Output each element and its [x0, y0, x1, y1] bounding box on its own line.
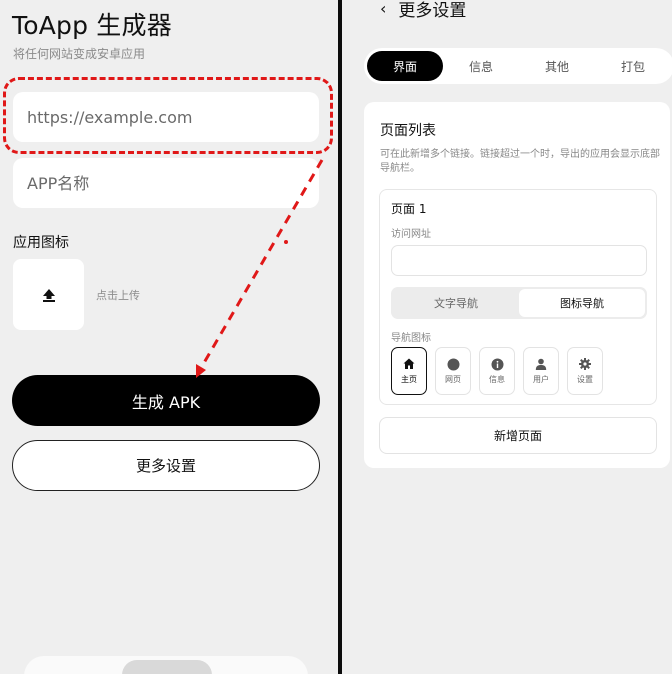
- page-url-input[interactable]: [391, 245, 647, 276]
- user-icon: [535, 357, 547, 371]
- tab-package[interactable]: 打包: [595, 51, 671, 81]
- home-icon: [403, 357, 415, 371]
- app-name-field[interactable]: [13, 158, 319, 208]
- nav-icon-option-user[interactable]: 用户: [523, 347, 559, 395]
- app-name-input[interactable]: [27, 173, 305, 193]
- icon-nav-option[interactable]: 图标导航: [519, 289, 645, 317]
- app-title: ToApp 生成器: [12, 11, 172, 40]
- generate-apk-button[interactable]: 生成 APK: [12, 375, 320, 426]
- page-item-title: 页面 1: [391, 202, 427, 216]
- nav-mode-toggle: 文字导航 图标导航: [391, 287, 647, 319]
- page-url-label: 访问网址: [391, 229, 431, 240]
- upload-hint: 点击上传: [96, 289, 140, 302]
- more-settings-panel: ‹ 更多设置 界面 信息 其他 打包 页面列表 可在此新增多个链接。链接超过一个…: [342, 0, 672, 674]
- nav-icon-option-info[interactable]: 信息: [479, 347, 515, 395]
- nav-icon-option-label: 设置: [577, 375, 593, 384]
- info-icon: [491, 357, 504, 371]
- app-subtitle: 将任何网站变成安卓应用: [13, 47, 146, 61]
- nav-icon-option-home[interactable]: 主页: [391, 347, 427, 395]
- page-list-card: 页面列表 可在此新增多个链接。链接超过一个时，导出的应用会显示底部导航栏。 页面…: [364, 102, 670, 468]
- page-list-title: 页面列表: [380, 123, 436, 139]
- text-nav-option[interactable]: 文字导航: [393, 289, 519, 317]
- page-item: 页面 1 访问网址 文字导航 图标导航 导航图标 主页 网页 信息 用户 设置: [379, 189, 657, 405]
- settings-tabs: 界面 信息 其他 打包: [364, 48, 672, 84]
- back-chevron-icon[interactable]: ‹: [380, 0, 386, 18]
- page-list-description: 可在此新增多个链接。链接超过一个时，导出的应用会显示底部导航栏。: [380, 149, 660, 174]
- nav-icon-option-label: 网页: [445, 375, 461, 384]
- gear-icon: [579, 357, 591, 371]
- tab-info[interactable]: 信息: [443, 51, 519, 81]
- bottom-nav-bar: [24, 656, 308, 674]
- icon-upload-button[interactable]: [13, 259, 84, 330]
- upload-arrow-icon: [42, 288, 55, 302]
- add-page-button[interactable]: 新增页面: [379, 417, 657, 454]
- page-title: 更多设置: [398, 1, 467, 21]
- bottom-nav-active-pill[interactable]: [122, 660, 212, 674]
- more-settings-button[interactable]: 更多设置: [12, 440, 320, 491]
- globe-icon: [447, 357, 460, 371]
- nav-icon-option-label: 主页: [401, 375, 417, 384]
- nav-icon-label: 导航图标: [391, 333, 431, 344]
- generator-panel: ToApp 生成器 将任何网站变成安卓应用 应用图标 点击上传 生成 APK 更…: [0, 0, 338, 674]
- app-icon-label: 应用图标: [13, 235, 69, 251]
- header: ‹ 更多设置: [380, 0, 466, 21]
- nav-icon-option-label: 用户: [533, 375, 549, 384]
- nav-icon-picker: 主页 网页 信息 用户 设置: [391, 347, 603, 395]
- url-highlight-box: [3, 77, 333, 154]
- tab-other[interactable]: 其他: [519, 51, 595, 81]
- nav-icon-option-globe[interactable]: 网页: [435, 347, 471, 395]
- tab-interface[interactable]: 界面: [367, 51, 443, 81]
- nav-icon-option-settings[interactable]: 设置: [567, 347, 603, 395]
- nav-icon-option-label: 信息: [489, 375, 505, 384]
